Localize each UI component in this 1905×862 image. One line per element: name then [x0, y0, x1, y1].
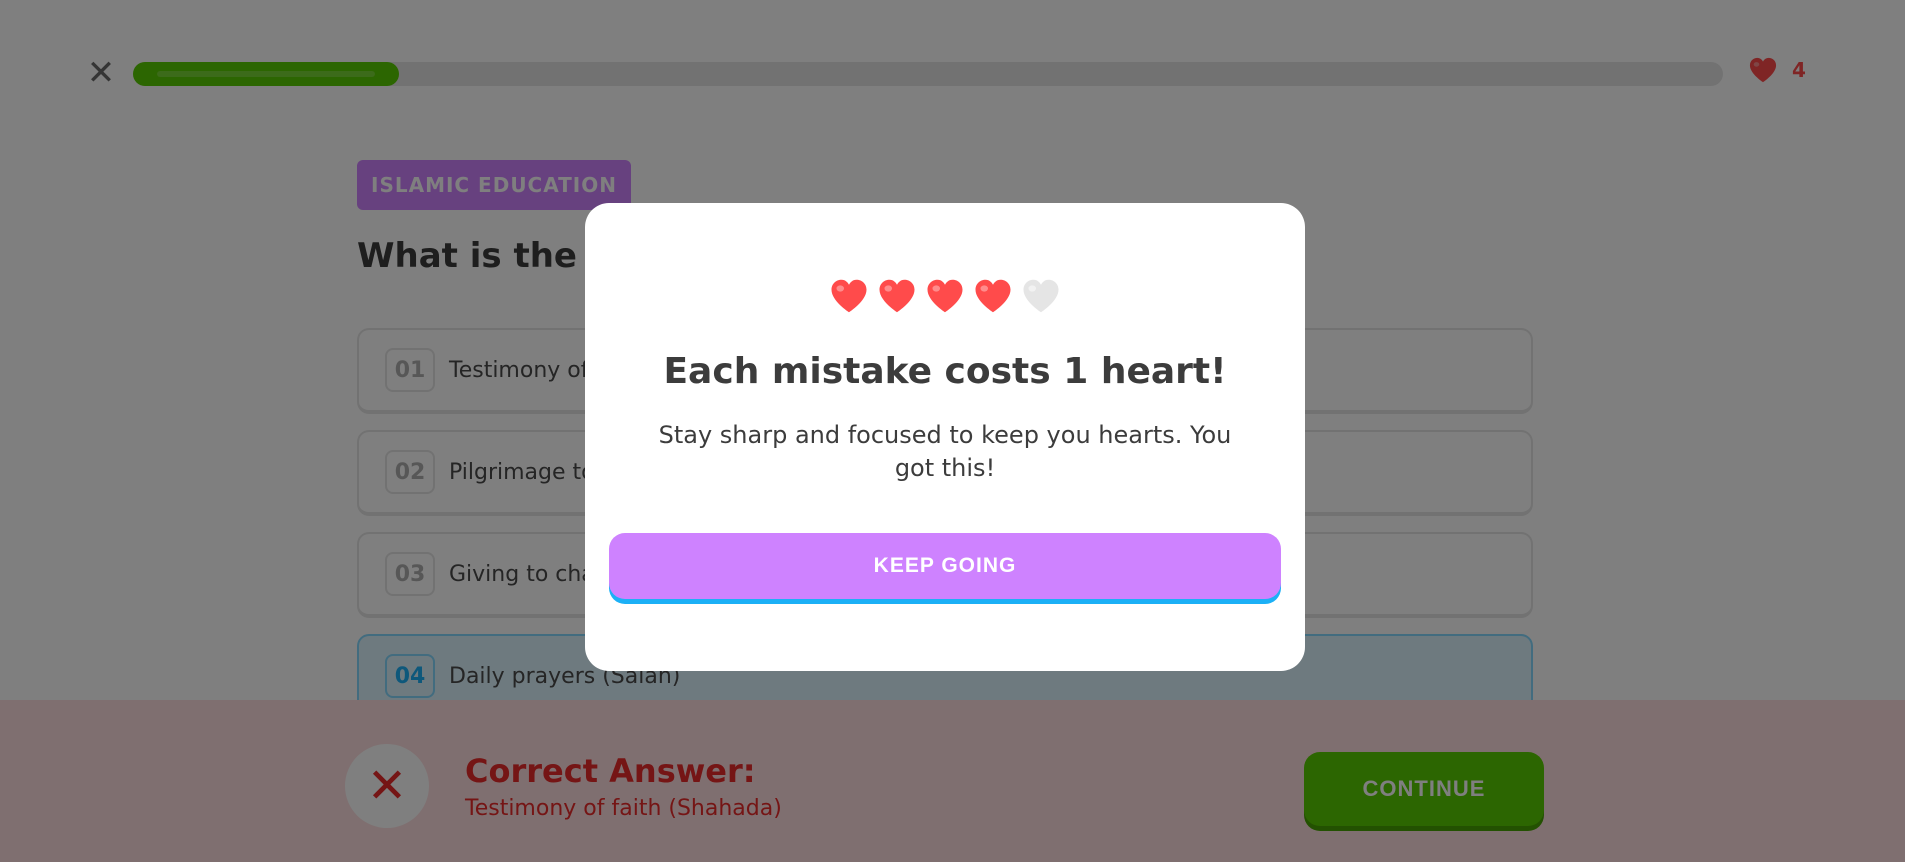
heart-icon [879, 279, 915, 313]
keep-going-button[interactable]: KEEP GOING [609, 533, 1281, 599]
modal-message: Stay sharp and focused to keep you heart… [658, 421, 1232, 482]
modal-title: Each mistake costs 1 heart! [663, 351, 1227, 392]
hearts-row [585, 277, 1305, 315]
heart-icon [831, 279, 867, 313]
heart-icon [927, 279, 963, 313]
empty-heart-icon [1023, 279, 1059, 313]
hearts-info-modal: Each mistake costs 1 heart! Stay sharp a… [585, 203, 1305, 671]
heart-icon [975, 279, 1011, 313]
